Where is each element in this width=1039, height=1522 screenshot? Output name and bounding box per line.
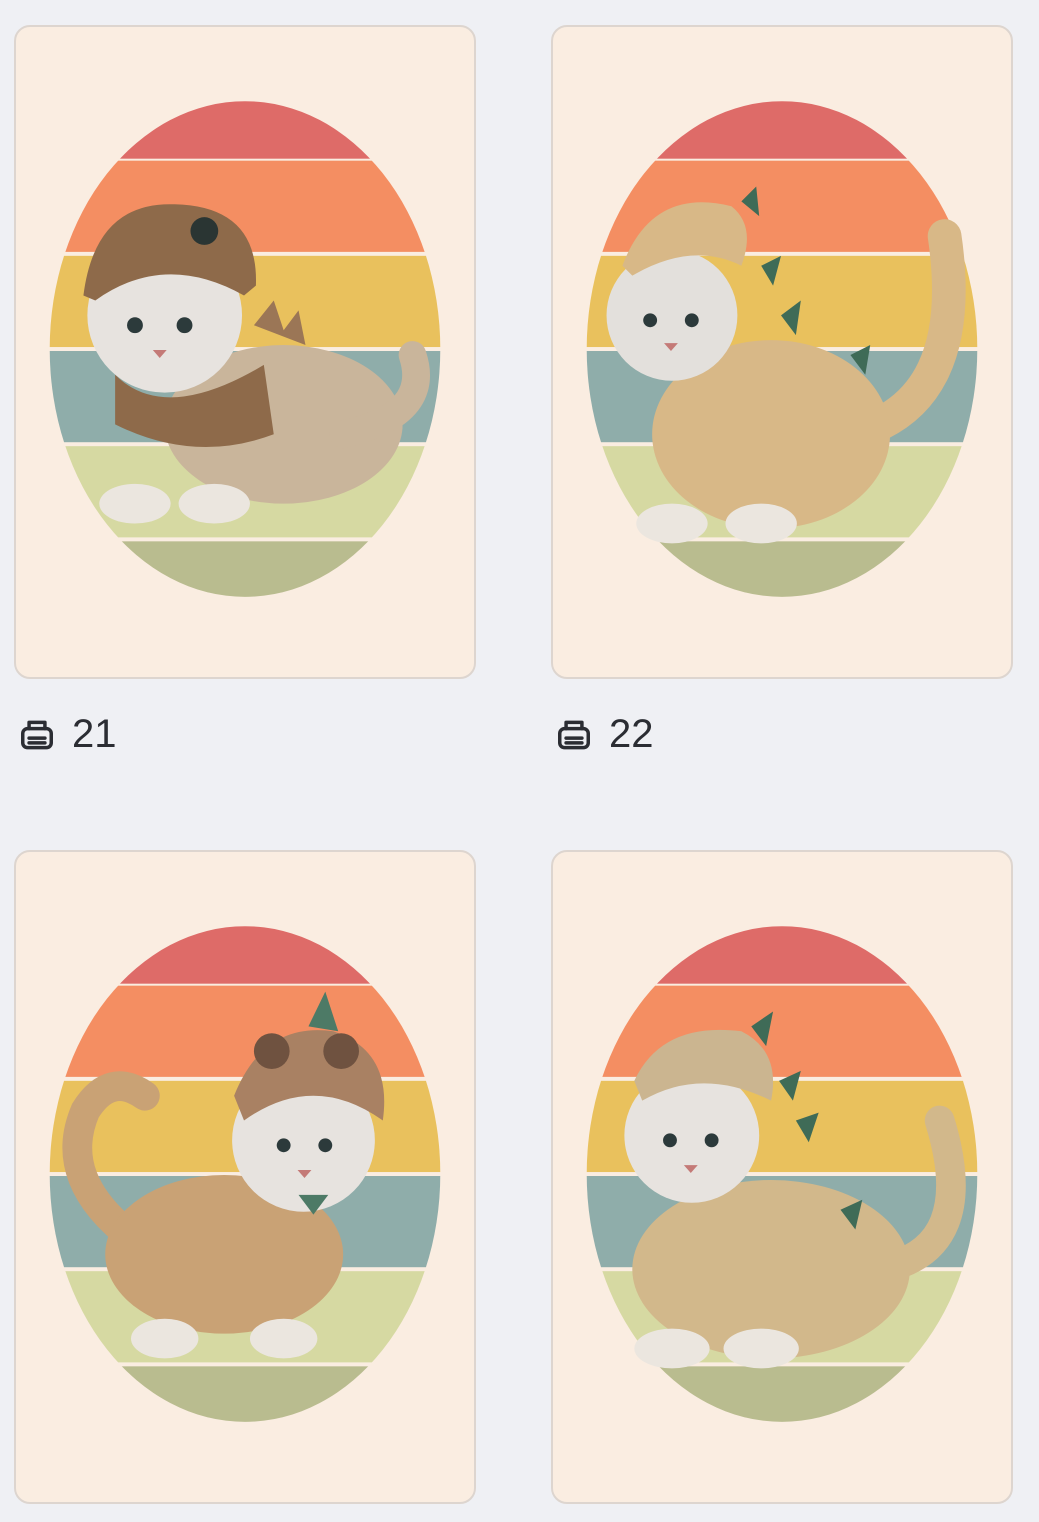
print-meta-card-2: 22 [555,712,654,757]
print-count: 21 [72,712,117,756]
sunset-illustration-2 [586,101,978,597]
design-card-3[interactable] [14,850,476,1504]
sunset-illustration-3 [49,926,441,1422]
sunset-illustration-1 [49,101,441,597]
design-card-1[interactable] [14,25,476,679]
design-card-2[interactable] [551,25,1013,679]
print-meta-card-1: 21 [18,712,117,757]
print-count: 22 [609,712,654,756]
sunset-illustration-4 [586,926,978,1422]
printer-icon [18,716,56,754]
design-card-4[interactable] [551,850,1013,1504]
printer-icon [555,716,593,754]
